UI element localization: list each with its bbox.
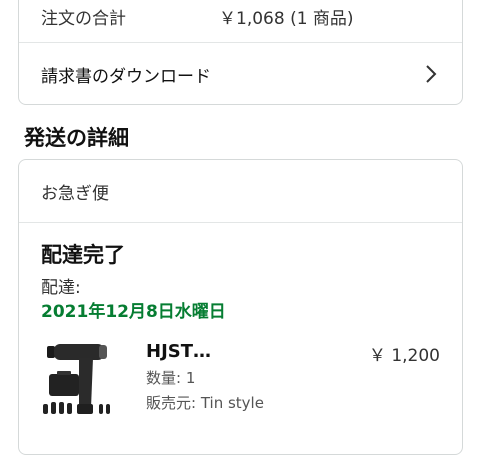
order-total-row: 注文の合計 ￥1,068 (1 商品) [19, 0, 462, 41]
shipment-card: お急ぎ便 配達完了 配達: 2021年12月8日水曜日 HJST… ￥ 1,20… [18, 159, 463, 455]
product-seller: 販売元: Tin style [146, 394, 264, 412]
shipping-speed-row: お急ぎ便 [19, 160, 462, 222]
product-quantity: 数量: 1 [146, 369, 196, 387]
delivery-status: 配達完了 [41, 243, 125, 267]
invoice-download-label: 請求書のダウンロード [41, 66, 211, 87]
shipping-section-title: 発送の詳細 [24, 126, 129, 150]
product-name[interactable]: HJST… [146, 341, 211, 362]
chevron-right-icon [422, 65, 440, 83]
order-total-label: 注文の合計 [41, 8, 126, 29]
massage-gun-image [43, 344, 110, 414]
shipping-speed: お急ぎ便 [41, 183, 109, 204]
order-summary-card: 注文の合計 ￥1,068 (1 商品) 請求書のダウンロード [18, 0, 463, 105]
product-price: ￥ 1,200 [368, 346, 440, 366]
order-total-value: ￥1,068 (1 商品) [219, 8, 354, 29]
delivery-label: 配達: [41, 278, 81, 298]
divider [19, 222, 462, 223]
product-image[interactable] [39, 338, 123, 422]
delivery-date: 2021年12月8日水曜日 [41, 302, 226, 322]
invoice-download-row[interactable]: 請求書のダウンロード [19, 43, 462, 105]
